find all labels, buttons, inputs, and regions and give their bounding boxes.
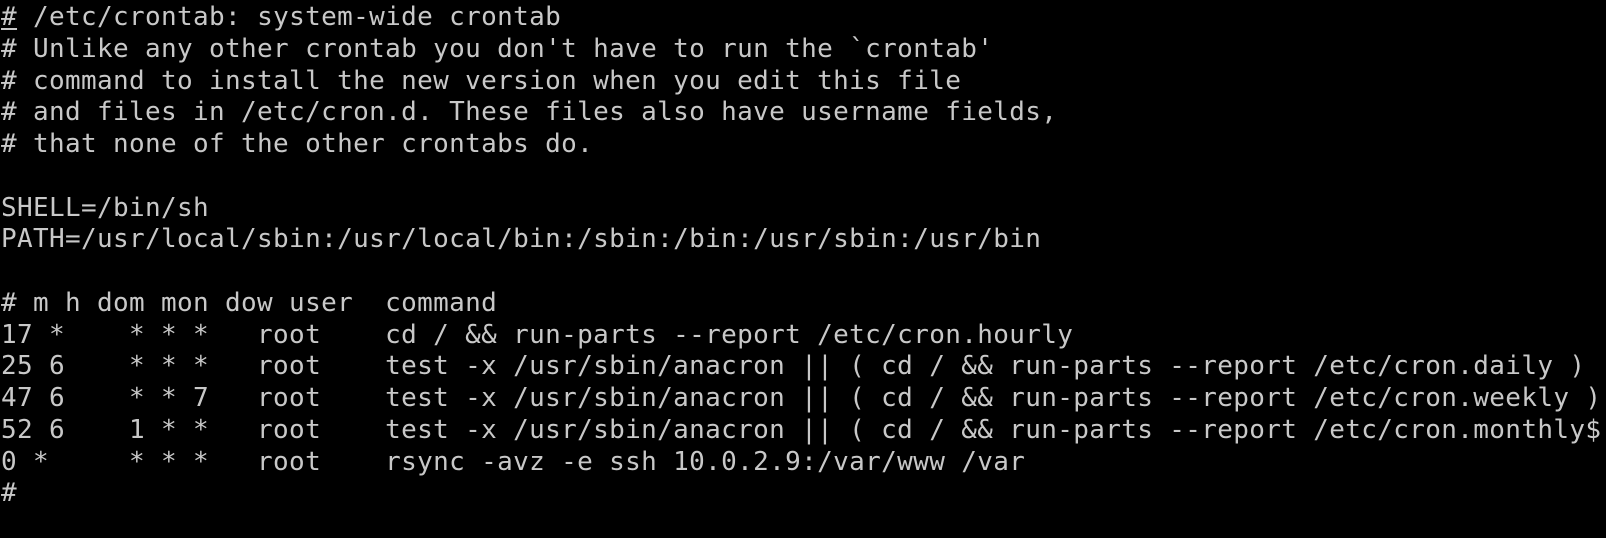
terminal-line-1-rest: /etc/crontab: system-wide crontab (17, 2, 562, 32)
terminal-line-15: 0 * * * * root rsync -avz -e ssh 10.0.2.… (1, 446, 1026, 477)
terminal-line-14: 52 6 1 * * root test -x /usr/sbin/anacro… (1, 414, 1602, 445)
terminal-line-10: # m h dom mon dow user command (1, 287, 498, 318)
terminal-line-11: 17 * * * * root cd / && run-parts --repo… (1, 319, 1074, 350)
terminal-line-2: # Unlike any other crontab you don't hav… (1, 33, 994, 64)
terminal-line-13: 47 6 * * 7 root test -x /usr/sbin/anacro… (1, 383, 1602, 413)
terminal-line-1: # /etc/crontab: system-wide crontab (0, 2, 1606, 34)
terminal-line-12: 25 6 * * * root test -x /usr/sbin/anacro… (1, 351, 1586, 382)
terminal-line-6 (0, 161, 1606, 193)
terminal-line-3: # command to install the new version whe… (1, 65, 962, 96)
terminal-line-16: # (1, 478, 18, 509)
terminal-screen[interactable]: # /etc/crontab: system-wide crontab # Un… (0, 0, 1606, 538)
terminal-line-9 (0, 256, 1606, 288)
terminal-line-4: # and files in /etc/cron.d. These files … (1, 97, 1058, 128)
terminal-line-5: # that none of the other crontabs do. (1, 129, 594, 159)
terminal-line-8: PATH=/usr/local/sbin:/usr/local/bin:/sbi… (1, 224, 1042, 255)
terminal-line-7: SHELL=/bin/sh (1, 192, 210, 223)
cursor: # (1, 2, 18, 32)
